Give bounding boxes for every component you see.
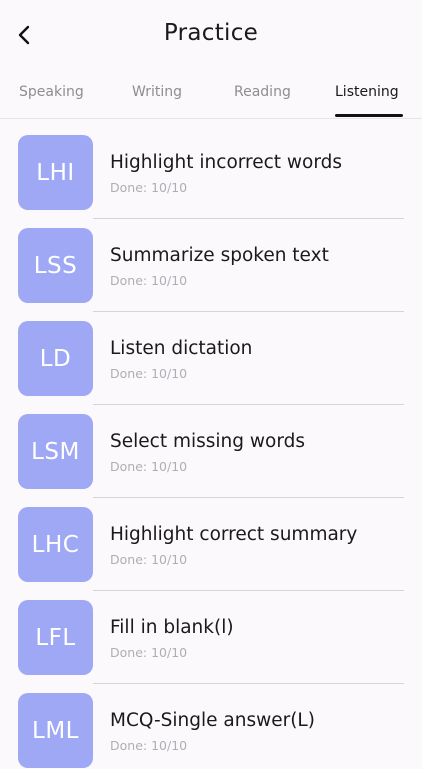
item-title: Listen dictation: [110, 338, 253, 359]
item-status: Done: 10/10: [110, 273, 188, 288]
list-item-lsm[interactable]: LSM Select missing words Done: 10/10: [0, 397, 422, 498]
list-item-lhc[interactable]: LHC Highlight correct summary Done: 10/1…: [0, 490, 422, 591]
page-title: Practice: [163, 20, 259, 46]
tab-speaking[interactable]: Speaking: [19, 84, 84, 100]
item-title: Select missing words: [110, 431, 305, 452]
item-status: Done: 10/10: [110, 645, 188, 660]
item-status: Done: 10/10: [110, 552, 188, 567]
item-icon-tile: LHC: [18, 507, 93, 582]
tab-listening[interactable]: Listening: [335, 84, 399, 100]
list-item-lml[interactable]: LML MCQ-Single answer(L) Done: 10/10: [0, 676, 422, 769]
item-title: Highlight incorrect words: [110, 152, 343, 173]
item-title: Fill in blank(l): [110, 617, 234, 638]
list-item-lss[interactable]: LSS Summarize spoken text Done: 10/10: [0, 211, 422, 312]
item-status: Done: 10/10: [110, 180, 188, 195]
header: Practice: [0, 0, 422, 70]
tab-bar: Speaking Writing Reading Listening: [0, 70, 422, 119]
item-status: Done: 10/10: [110, 738, 188, 753]
item-icon-tile: LHI: [18, 135, 93, 210]
list-item-lhi[interactable]: LHI Highlight incorrect words Done: 10/1…: [0, 118, 422, 219]
item-status: Done: 10/10: [110, 366, 188, 381]
item-icon-tile: LSS: [18, 228, 93, 303]
active-tab-indicator: [335, 114, 403, 117]
item-title: MCQ-Single answer(L): [110, 710, 315, 731]
item-title: Summarize spoken text: [110, 245, 329, 266]
tab-writing[interactable]: Writing: [132, 84, 182, 100]
item-icon-tile: LSM: [18, 414, 93, 489]
item-icon-tile: LFL: [18, 600, 93, 675]
item-icon-tile: LML: [18, 693, 93, 768]
list-item-lfl[interactable]: LFL Fill in blank(l) Done: 10/10: [0, 583, 422, 684]
tab-reading[interactable]: Reading: [234, 84, 291, 100]
item-icon-tile: LD: [18, 321, 93, 396]
list-item-ld[interactable]: LD Listen dictation Done: 10/10: [0, 304, 422, 405]
item-status: Done: 10/10: [110, 459, 188, 474]
item-title: Highlight correct summary: [110, 524, 358, 545]
